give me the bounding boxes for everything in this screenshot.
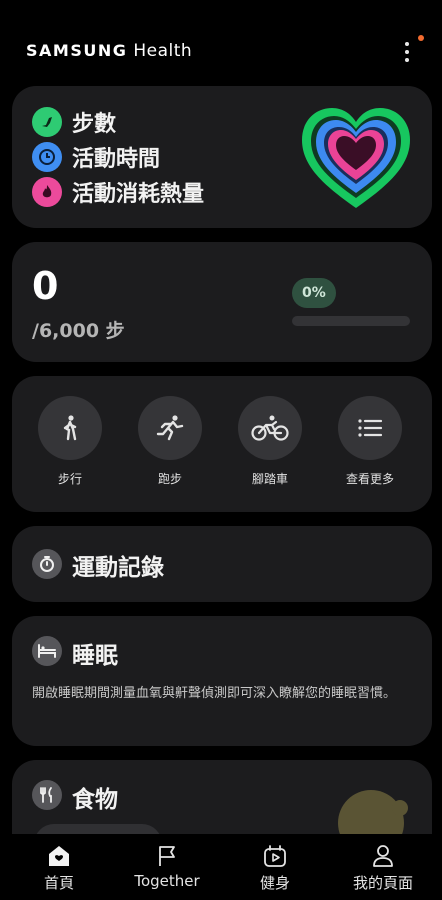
activity-label: 活動消耗熱量 [72, 182, 205, 207]
nav-item-fitness[interactable]: 健身 [220, 842, 330, 893]
quick-start-walking[interactable]: 步行 [30, 396, 110, 487]
utensils-icon [32, 780, 62, 810]
brand-primary: SAMSUNG [26, 41, 128, 60]
sleep-title: 睡眠 [72, 643, 118, 669]
stopwatch-icon [32, 549, 62, 579]
activity-card[interactable]: 步數 活動時間 活動消耗熱量 [12, 86, 432, 228]
bottom-navigation: 首頁 Together 健身 我的頁面 [0, 834, 442, 900]
top-bar: SAMSUNG Health [0, 0, 442, 80]
nav-label: 健身 [259, 874, 290, 892]
more-options-button[interactable] [396, 35, 424, 66]
steps-goal: /6,000 步 [32, 320, 125, 342]
sleep-description: 開啟睡眠期間測量血氧與鼾聲偵測即可深入瞭解您的睡眠習慣。 [32, 686, 397, 701]
steps-percent-badge: 0% [292, 278, 336, 308]
steps-card[interactable]: 0 /6,000 步 0% [12, 242, 432, 362]
list-icon[interactable] [338, 396, 402, 460]
activity-time-row: 活動時間 [32, 141, 160, 173]
nav-label: 我的頁面 [352, 874, 413, 892]
steps-value: 0 [32, 264, 59, 308]
flag-icon [112, 842, 222, 870]
activity-label: 活動時間 [72, 147, 161, 172]
activity-calories-row: 活動消耗熱量 [32, 176, 204, 208]
nav-label: 首頁 [43, 874, 74, 892]
activity-steps-row: 步數 [32, 106, 116, 138]
nav-item-my-page[interactable]: 我的頁面 [328, 842, 438, 893]
notification-dot [418, 35, 424, 41]
running-icon[interactable] [138, 396, 202, 460]
home-icon [4, 842, 114, 870]
quick-start-running[interactable]: 跑步 [130, 396, 210, 487]
exercise-records-card[interactable]: 運動記錄 [12, 526, 432, 602]
fitness-icon [220, 842, 330, 870]
nav-label: Together [134, 872, 200, 890]
quick-start-label: 腳踏車 [251, 472, 288, 486]
activity-rings-heart [302, 108, 410, 208]
flame-icon [32, 177, 62, 207]
quick-start-label: 步行 [57, 472, 82, 486]
quick-start-label: 查看更多 [345, 472, 394, 486]
walking-icon[interactable] [38, 396, 102, 460]
exercise-records-title: 運動記錄 [72, 555, 164, 581]
sleep-card[interactable]: 睡眠 開啟睡眠期間測量血氧與鼾聲偵測即可深入瞭解您的睡眠習慣。 [12, 616, 432, 746]
clock-icon [32, 142, 62, 172]
quick-start-cycling[interactable]: 腳踏車 [230, 396, 310, 487]
nav-item-home[interactable]: 首頁 [4, 842, 114, 893]
food-title: 食物 [72, 787, 118, 813]
quick-start-more[interactable]: 查看更多 [330, 396, 410, 487]
quick-start-label: 跑步 [157, 472, 182, 486]
activity-label: 步數 [72, 112, 117, 137]
person-icon [328, 842, 438, 870]
steps-progress-bar [292, 316, 410, 326]
bed-icon [32, 636, 62, 666]
nav-item-together[interactable]: Together [112, 842, 222, 890]
app-logo: SAMSUNG Health [26, 40, 192, 61]
brand-secondary: Health [133, 41, 193, 61]
quick-start-card: 步行 跑步 腳踏車 查看更多 [12, 376, 432, 512]
steps-icon [32, 107, 62, 137]
bicycle-icon[interactable] [238, 396, 302, 460]
